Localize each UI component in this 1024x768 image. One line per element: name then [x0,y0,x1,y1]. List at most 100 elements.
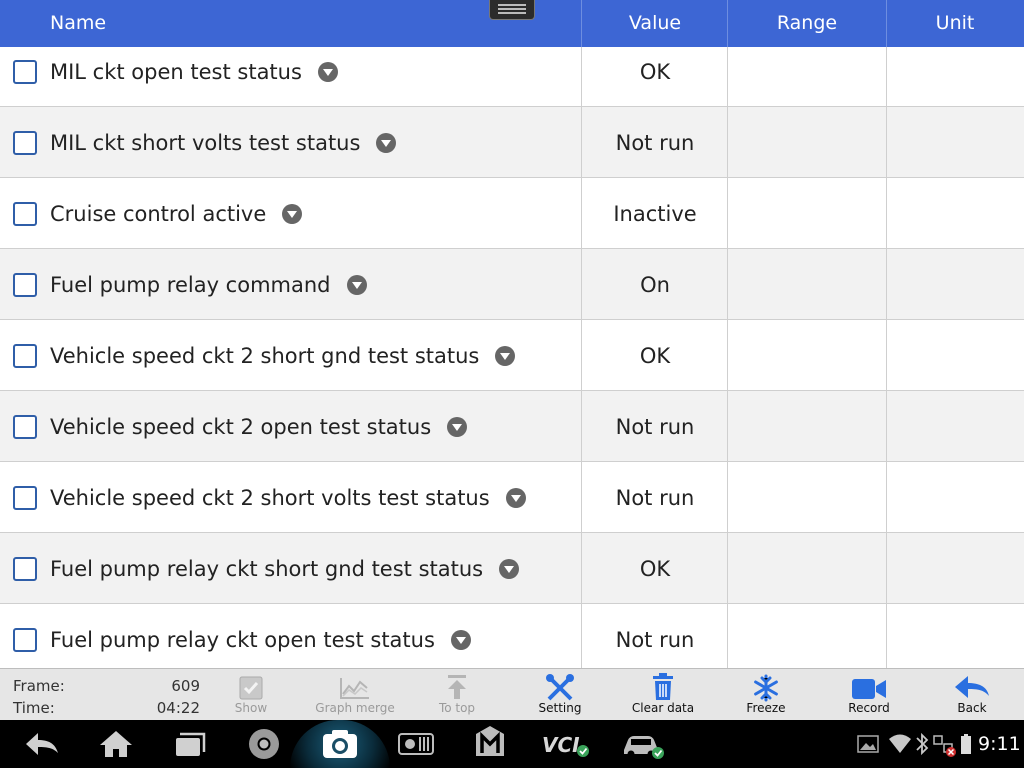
row-name-wrap: MIL ckt short volts test status [50,129,397,157]
chevron-down-icon[interactable] [376,133,397,153]
bluetooth-icon [914,720,930,768]
freeze-label: Freeze [746,701,786,715]
table-header: Name Value Range Unit [0,0,1024,47]
table-row[interactable]: MIL ckt open test status OK [0,47,1024,107]
table-row[interactable]: Fuel pump relay ckt open test status Not… [0,604,1024,668]
row-name: Vehicle speed ckt 2 short volts test sta… [50,486,490,510]
row-checkbox[interactable] [13,60,37,84]
graph-merge-label: Graph merge [315,701,395,715]
row-checkbox[interactable] [13,486,37,510]
row-name: Fuel pump relay command [50,273,331,297]
table-row[interactable]: Vehicle speed ckt 2 short volts test sta… [0,462,1024,533]
row-name: Vehicle speed ckt 2 short gnd test statu… [50,344,480,368]
row-name-wrap: MIL ckt open test status [50,58,338,86]
nav-back-icon[interactable] [22,720,62,768]
brightness-icon[interactable] [396,720,436,768]
wrench-icon [530,669,590,701]
setting-label: Setting [538,701,582,715]
time-label: Time: [13,699,55,717]
row-name: Fuel pump relay ckt open test status [50,628,435,652]
row-checkbox[interactable] [13,557,37,581]
maxifix-icon[interactable] [472,720,508,768]
record-button[interactable]: Record [839,669,899,721]
home-icon[interactable] [96,720,136,768]
header-name: Name [50,12,107,34]
frame-label: Frame: [13,677,65,695]
record-label: Record [848,701,890,715]
row-value: Not run [615,131,695,155]
row-value: Not run [615,415,695,439]
battery-icon [960,720,974,768]
table-row[interactable]: Cruise control active Inactive [0,178,1024,249]
clear-data-label: Clear data [631,701,695,715]
row-name-wrap: Fuel pump relay ckt open test status [50,626,471,654]
row-checkbox[interactable] [13,344,37,368]
show-label: Show [234,701,268,715]
row-value: OK [639,344,671,368]
checkbox-icon [221,669,281,701]
row-checkbox[interactable] [13,628,37,652]
table-row[interactable]: Vehicle speed ckt 2 short gnd test statu… [0,320,1024,391]
row-name-wrap: Fuel pump relay command [50,271,367,299]
clock: 9:11 [978,733,1021,755]
recent-apps-icon[interactable] [170,720,210,768]
chevron-down-icon[interactable] [447,417,468,437]
row-checkbox[interactable] [13,273,37,297]
row-checkbox[interactable] [13,131,37,155]
row-name: Fuel pump relay ckt short gnd test statu… [50,557,484,581]
gallery-icon [856,720,880,768]
chevron-down-icon[interactable] [346,275,367,295]
row-name-wrap: Fuel pump relay ckt short gnd test statu… [50,555,520,583]
row-name: Vehicle speed ckt 2 open test status [50,415,432,439]
chevron-down-icon[interactable] [495,346,516,366]
chevron-down-icon[interactable] [317,62,338,82]
chevron-down-icon[interactable] [499,559,520,579]
row-value: On [640,273,670,297]
row-name-wrap: Vehicle speed ckt 2 short volts test sta… [50,484,526,512]
freeze-button[interactable]: Freeze [736,669,796,721]
system-nav-bar: VCI 9:11 [0,720,1024,768]
table-row[interactable]: Fuel pump relay command On [0,249,1024,320]
row-name: Cruise control active [50,202,267,226]
header-unit: Unit [935,12,975,34]
row-value: Inactive [613,202,697,226]
show-button[interactable]: Show [221,669,281,721]
arrow-up-icon [427,669,487,701]
drag-handle[interactable] [489,0,535,20]
row-name-wrap: Vehicle speed ckt 2 short gnd test statu… [50,342,516,370]
row-checkbox[interactable] [13,202,37,226]
back-label: Back [957,701,987,715]
data-stream-list: MIL ckt open test status OK MIL ckt shor… [0,47,1024,668]
setting-button[interactable]: Setting [530,669,590,721]
wifi-icon [888,720,912,768]
header-value: Value [628,12,682,34]
row-checkbox[interactable] [13,415,37,439]
car-icon[interactable] [620,720,668,768]
to-top-button[interactable]: To top [427,669,487,721]
header-range: Range [776,12,838,34]
row-name: MIL ckt open test status [50,60,302,84]
table-row[interactable]: Vehicle speed ckt 2 open test status Not… [0,391,1024,462]
chevron-down-icon[interactable] [450,630,471,650]
clear-data-button[interactable]: Clear data [628,669,698,721]
row-value: Not run [615,486,695,510]
back-button[interactable]: Back [942,669,1002,721]
to-top-label: To top [438,701,476,715]
frame-value: 609 [171,677,200,695]
row-value: OK [639,557,671,581]
network-error-icon [932,720,958,768]
svg-text:VCI: VCI [542,733,580,757]
vci-icon[interactable]: VCI [540,720,594,768]
graph-icon [310,669,400,701]
chevron-down-icon[interactable] [505,488,526,508]
video-camera-icon [839,669,899,701]
chevron-down-icon[interactable] [282,204,303,224]
screenshot-button[interactable] [290,720,390,768]
table-row[interactable]: MIL ckt short volts test status Not run [0,107,1024,178]
row-value: OK [639,60,671,84]
table-row[interactable]: Fuel pump relay ckt short gnd test statu… [0,533,1024,604]
row-name-wrap: Cruise control active [50,200,303,228]
chrome-icon[interactable] [246,720,282,768]
graph-merge-button[interactable]: Graph merge [310,669,400,721]
row-name-wrap: Vehicle speed ckt 2 open test status [50,413,468,441]
